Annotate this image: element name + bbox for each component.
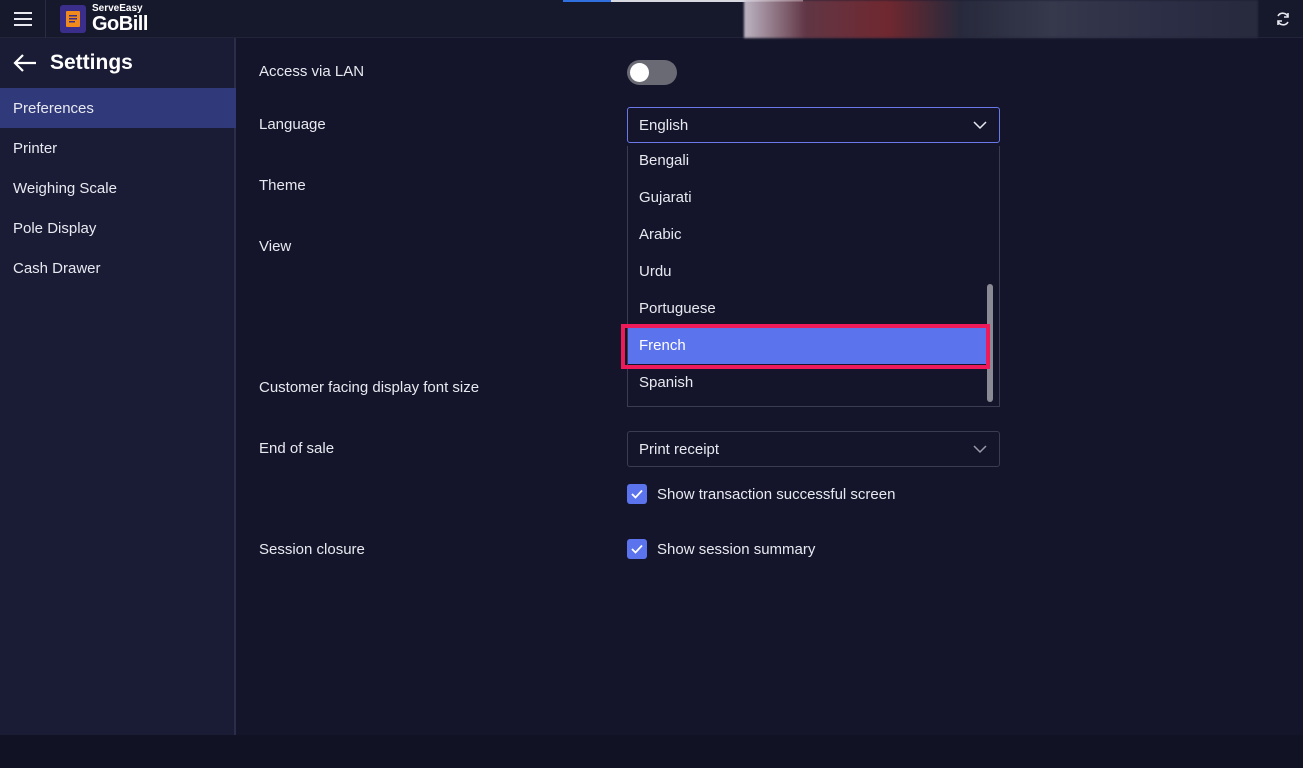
access-lan-label: Access via LAN	[259, 63, 365, 80]
brand-big: GoBill	[92, 13, 148, 35]
sidebar-item-printer[interactable]: Printer	[0, 128, 236, 168]
blurred-region	[744, 0, 1258, 38]
app-logo: ServeEasy GoBill	[60, 3, 148, 35]
language-value: English	[639, 116, 689, 134]
theme-label: Theme	[259, 177, 306, 194]
language-option-french[interactable]: French	[628, 327, 988, 364]
session-closure-label: Session closure	[259, 541, 365, 558]
show-txn-label: Show transaction successful screen	[657, 485, 896, 503]
access-lan-toggle[interactable]	[627, 60, 677, 85]
arrow-left-icon	[13, 54, 36, 72]
language-option-spanish[interactable]: Spanish	[628, 364, 988, 401]
refresh-button[interactable]	[1262, 0, 1303, 38]
refresh-icon	[1276, 12, 1289, 26]
hamburger-icon	[13, 12, 32, 26]
check-icon	[631, 489, 643, 499]
page-title: Settings	[50, 51, 133, 74]
menu-button[interactable]	[0, 0, 46, 38]
show-summary-checkbox[interactable]	[627, 539, 647, 559]
receipt-icon	[60, 5, 86, 33]
sidebar-item-cash-drawer[interactable]: Cash Drawer	[0, 248, 236, 288]
end-of-sale-value: Print receipt	[639, 440, 720, 458]
end-of-sale-label: End of sale	[259, 440, 335, 457]
language-option-gujarati[interactable]: Gujarati	[628, 179, 988, 216]
back-button[interactable]	[12, 51, 40, 75]
check-icon	[631, 544, 643, 554]
dropdown-scrollbar[interactable]	[987, 284, 993, 402]
toggle-knob	[630, 63, 649, 82]
show-txn-checkbox[interactable]	[627, 484, 647, 504]
language-option-bengali[interactable]: Bengali	[628, 146, 988, 179]
bottom-strip	[0, 735, 1303, 768]
top-bar: ServeEasy GoBill	[0, 0, 1303, 38]
settings-sidebar: Settings Preferences Printer Weighing Sc…	[0, 38, 236, 735]
end-of-sale-select[interactable]: Print receipt	[627, 431, 1000, 467]
language-option-portuguese[interactable]: Portuguese	[628, 290, 988, 327]
settings-header: Settings	[12, 50, 133, 76]
sidebar-item-pole-display[interactable]: Pole Display	[0, 208, 236, 248]
sidebar-item-preferences[interactable]: Preferences	[0, 88, 236, 128]
language-option-arabic[interactable]: Arabic	[628, 216, 988, 253]
font-size-label: Customer facing display font size	[259, 379, 480, 396]
language-label: Language	[259, 116, 326, 133]
chevron-down-icon	[973, 121, 987, 130]
view-label: View	[259, 238, 292, 255]
language-option-urdu[interactable]: Urdu	[628, 253, 988, 290]
show-txn-row: Show transaction successful screen	[627, 484, 895, 504]
show-summary-label: Show session summary	[657, 540, 816, 558]
language-select[interactable]: English	[627, 107, 1000, 143]
language-dropdown: Bengali Gujarati Arabic Urdu Portuguese …	[627, 146, 1000, 407]
sidebar-item-weighing-scale[interactable]: Weighing Scale	[0, 168, 236, 208]
show-summary-row: Show session summary	[627, 539, 815, 559]
chevron-down-icon	[973, 445, 987, 454]
tab-indicator	[563, 0, 611, 2]
